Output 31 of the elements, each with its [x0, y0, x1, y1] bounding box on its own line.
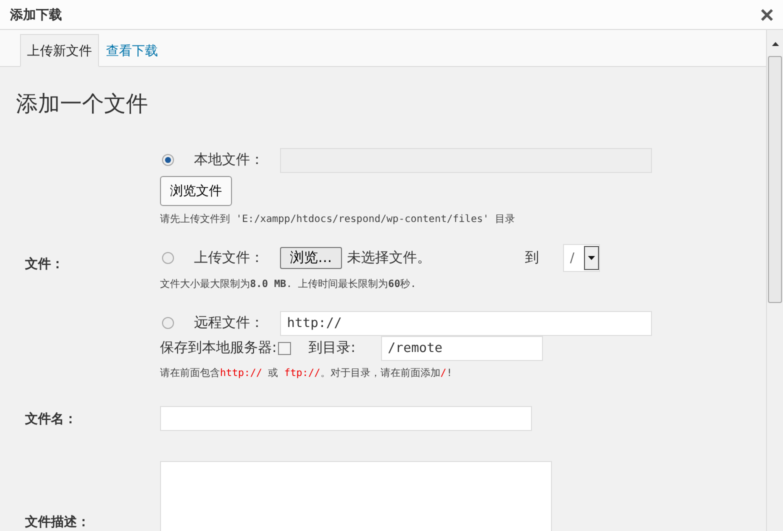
dialog-title: 添加下载	[10, 6, 62, 24]
browse-button[interactable]: 浏览…	[280, 247, 342, 269]
directory-field[interactable]: /remote	[380, 336, 543, 360]
browse-button[interactable]: 浏览文件	[160, 176, 232, 206]
tab[interactable]: 上传新文件	[20, 34, 99, 67]
hint-text: 请先上传文件到 'E:/xampp/htdocs/respond/wp-content/files' 目录	[160, 212, 515, 226]
field-label: 文件描述：	[25, 514, 90, 531]
scroll-up-icon[interactable]	[772, 42, 778, 46]
option-label: 本地文件：	[194, 151, 265, 169]
page-heading: 添加一个文件	[16, 91, 149, 119]
file-status: 未选择文件。	[347, 249, 432, 267]
field-label: 文件名：	[25, 410, 77, 428]
scroll-thumb[interactable]	[768, 56, 782, 303]
checkbox[interactable]	[278, 342, 291, 354]
checkbox-label: 保存到本地服务器:	[160, 339, 277, 357]
radio-button[interactable]	[162, 252, 174, 264]
option-label: 远程文件：	[194, 314, 265, 332]
input-field[interactable]	[160, 406, 532, 431]
directory-label: 到目录:	[308, 339, 356, 357]
hint-text: 请在前面包含http:// 或 ftp://。对于目录，请在前面添加/!	[160, 366, 452, 380]
field-label: 文件：	[25, 256, 64, 272]
radio-button[interactable]	[162, 154, 174, 166]
scrollbar[interactable]	[766, 30, 783, 531]
hint-text: 文件大小最大限制为8.0 MB. 上传时间最长限制为60秒.	[160, 278, 416, 291]
to-label: 到	[525, 249, 540, 267]
url-field[interactable]: http://	[280, 310, 652, 336]
radio-button[interactable]	[162, 317, 174, 329]
option-label: 上传文件：	[194, 249, 265, 267]
tab[interactable]: 查看下载	[99, 34, 165, 67]
folder-select[interactable]: /	[563, 244, 600, 272]
close-icon[interactable]	[761, 8, 773, 20]
